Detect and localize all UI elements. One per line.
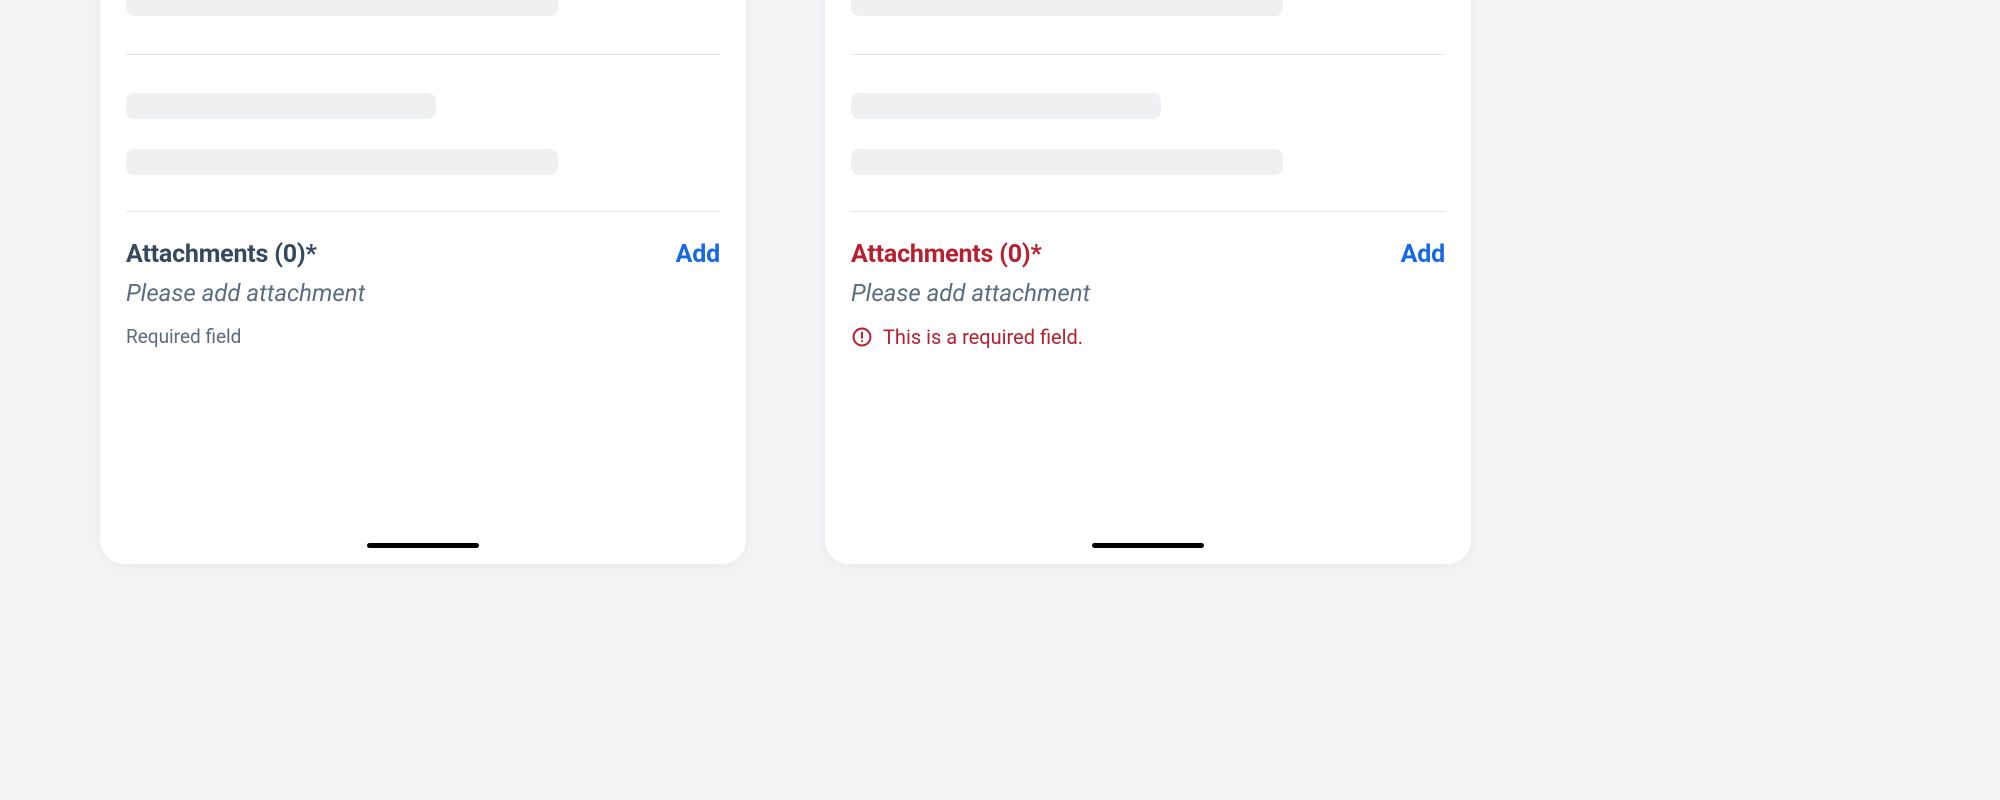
attachments-helper: Required field bbox=[126, 325, 720, 348]
skeleton-line bbox=[851, 149, 1283, 175]
home-indicator bbox=[367, 543, 479, 548]
attachments-header: Attachments (0)* Add bbox=[851, 240, 1445, 269]
alert-circle-icon bbox=[851, 326, 873, 348]
attachments-error-text: This is a required field. bbox=[883, 325, 1083, 349]
skeleton-line bbox=[851, 93, 1161, 119]
attachments-hint: Please add attachment bbox=[851, 279, 1445, 307]
attachments-title: Attachments (0)* bbox=[851, 240, 1042, 269]
skeleton-line bbox=[126, 93, 436, 119]
attachments-hint: Please add attachment bbox=[126, 279, 720, 307]
add-attachment-button[interactable]: Add bbox=[1401, 240, 1445, 269]
attachments-header: Attachments (0)* Add bbox=[126, 240, 720, 269]
form-card-error: Attachments (0)* Add Please add attachme… bbox=[825, 0, 1471, 564]
skeleton-line bbox=[126, 0, 558, 16]
skeleton-line bbox=[851, 0, 1283, 16]
add-attachment-button[interactable]: Add bbox=[676, 240, 720, 269]
form-card-normal: Attachments (0)* Add Please add attachme… bbox=[100, 0, 746, 564]
home-indicator bbox=[1092, 543, 1204, 548]
canvas: Attachments (0)* Add Please add attachme… bbox=[0, 0, 2000, 800]
attachments-error: This is a required field. bbox=[851, 325, 1445, 349]
skeleton-line bbox=[126, 149, 558, 175]
attachments-title: Attachments (0)* bbox=[126, 240, 317, 269]
